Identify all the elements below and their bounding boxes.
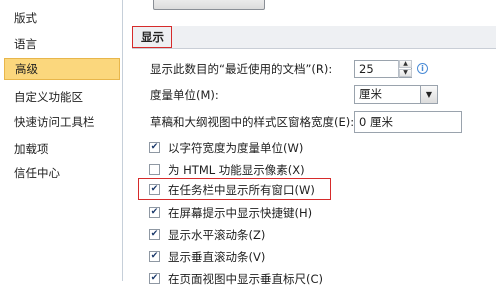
check-icon: ✔	[150, 229, 159, 239]
recent-docs-label: 显示此数目的“最近使用的文档”(R):	[150, 62, 333, 76]
check-icon: ✔	[150, 184, 159, 194]
checkbox-label: 显示垂直滚动条(V)	[168, 250, 266, 264]
checkbox-vertical-scrollbar[interactable]: ✔	[149, 251, 160, 262]
check-icon: ✔	[150, 207, 159, 217]
sidebar-item-customize-ribbon[interactable]: 自定义功能区	[4, 86, 120, 108]
checkbox-label: 以字符宽度为度量单位(W)	[168, 141, 304, 155]
style-width-input[interactable]: 0 厘米	[354, 111, 462, 133]
check-icon: ✔	[150, 251, 159, 261]
check-icon: ✔	[150, 142, 159, 152]
sidebar-item-trust-center[interactable]: 信任中心	[4, 162, 120, 184]
sidebar-item-quick-access-toolbar[interactable]: 快速访问工具栏	[4, 111, 120, 133]
recent-docs-spinner[interactable]: ▲ ▼	[398, 60, 412, 78]
checkbox-width-units[interactable]: ✔	[149, 142, 160, 153]
check-icon: ✔	[150, 273, 159, 283]
units-label: 度量单位(M):	[150, 88, 219, 102]
spin-up-icon[interactable]: ▲	[399, 60, 412, 68]
units-value: 厘米	[359, 87, 382, 101]
spin-down-icon[interactable]: ▼	[399, 69, 412, 77]
options-sidebar: 版式 语言 高级 自定义功能区 快速访问工具栏 加载项 信任中心	[0, 0, 122, 281]
checkbox-label: 显示水平滚动条(Z)	[168, 228, 266, 242]
checkbox-label: 在屏幕提示中显示快捷键(H)	[168, 206, 313, 220]
chevron-down-icon[interactable]: ▼	[420, 86, 437, 103]
sidebar-item-add-ins[interactable]: 加载项	[4, 138, 120, 160]
checkbox-label: 在任务栏中显示所有窗口(W)	[168, 183, 315, 197]
style-width-label: 草稿和大纲视图中的样式区窗格宽度(E):	[150, 115, 355, 129]
partial-button[interactable]	[153, 0, 265, 10]
checkbox-taskbar-windows[interactable]: ✔	[149, 184, 160, 195]
sidebar-item-layout[interactable]: 版式	[4, 7, 120, 29]
checkbox-vertical-ruler[interactable]: ✔	[149, 273, 160, 284]
sidebar-item-advanced[interactable]: 高级	[4, 58, 120, 80]
checkbox-horizontal-scrollbar[interactable]: ✔	[149, 229, 160, 240]
units-dropdown[interactable]: 厘米 ▼	[354, 85, 438, 104]
display-section-header: 显示	[132, 26, 496, 49]
checkbox-label: 在页面视图中显示垂直标尺(C)	[168, 272, 324, 286]
checkbox-html-pixels[interactable]	[149, 164, 160, 175]
checkbox-label: 为 HTML 功能显示像素(X)	[168, 163, 305, 177]
sidebar-item-language[interactable]: 语言	[4, 33, 120, 55]
checkbox-shortcut-keys[interactable]: ✔	[149, 207, 160, 218]
options-content: 显示 显示此数目的“最近使用的文档”(R): 25 ▲ ▼ i 度量单位(M):…	[123, 0, 498, 286]
info-icon: i	[417, 63, 428, 74]
section-title: 显示	[132, 26, 172, 48]
